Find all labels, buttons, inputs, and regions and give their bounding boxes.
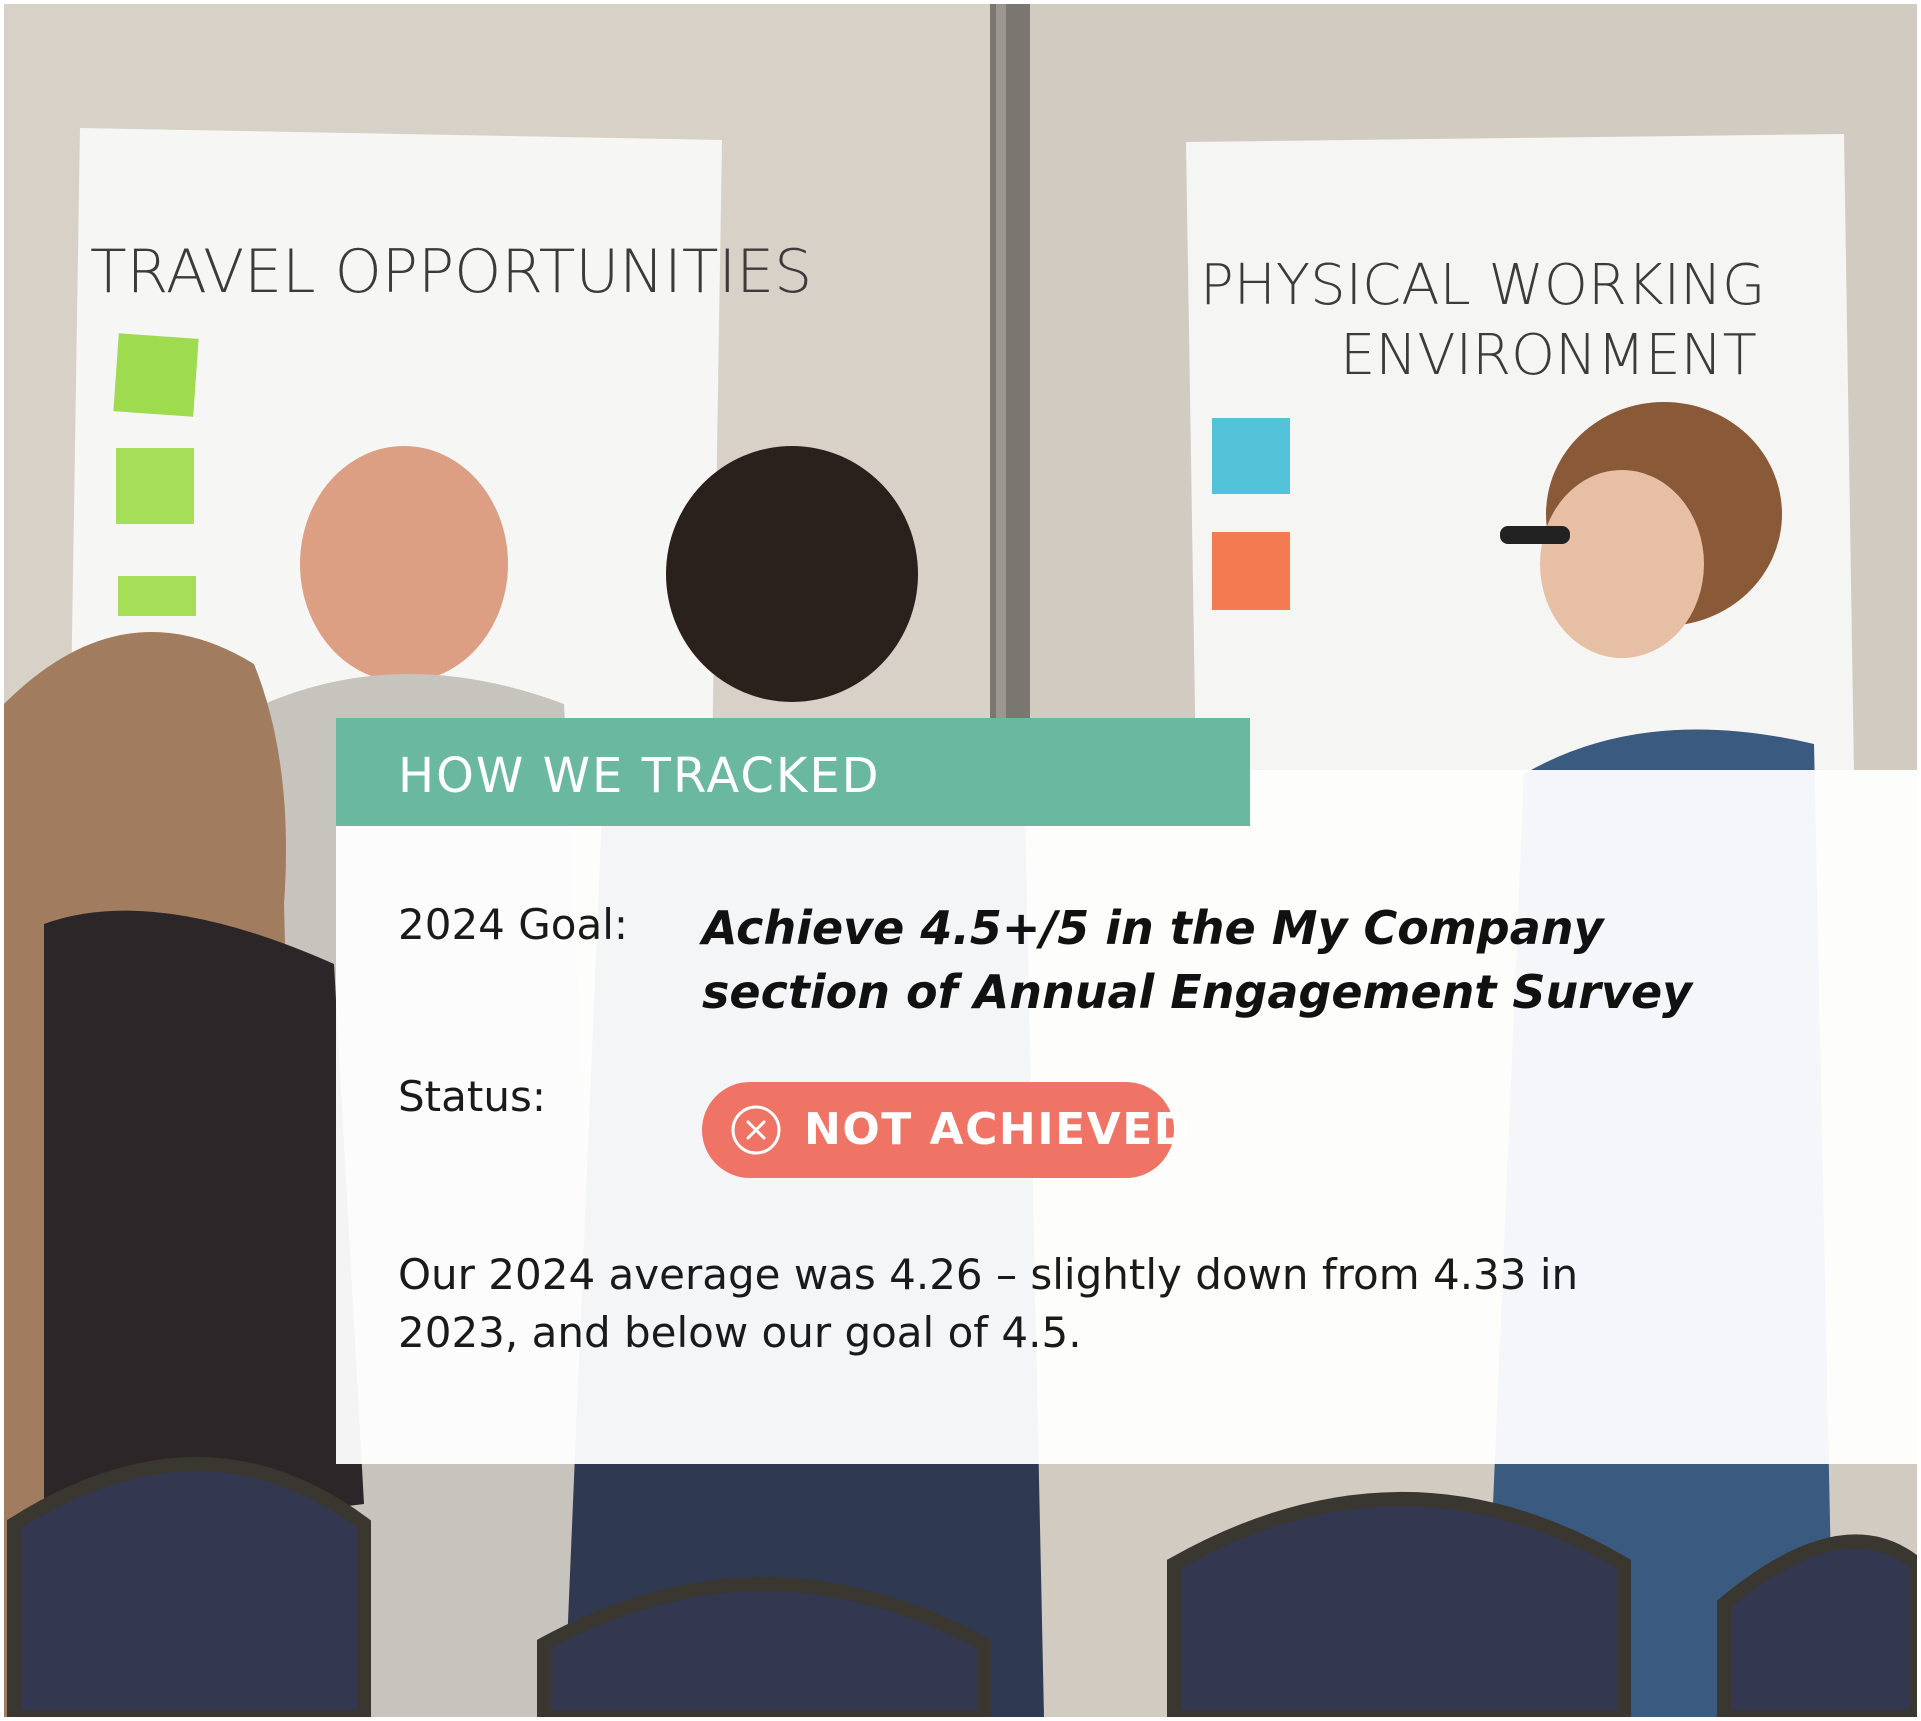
poster-right-heading-line1: PHYSICAL WORKING [1200, 253, 1765, 318]
sticky-note [1212, 418, 1290, 494]
sticky-note [1212, 532, 1290, 610]
goal-text: Achieve 4.5+/5 in the My Company section… [702, 901, 1693, 1019]
sticky-note [113, 333, 199, 417]
summary-text: Our 2024 average was 4.26 – slightly dow… [398, 1250, 1579, 1357]
status-value: NOT ACHIEVED [804, 1104, 1192, 1155]
poster-right-heading-line2: ENVIRONMENT [1340, 323, 1757, 388]
status-label: Status: [398, 1072, 546, 1121]
card-heading: HOW WE TRACKED [398, 748, 881, 804]
status-badge: NOT ACHIEVED [702, 1082, 1190, 1178]
poster-left-heading: TRAVEL OPPORTUNITIES [90, 237, 812, 307]
sticky-note [116, 448, 194, 524]
close-circle-icon [731, 1105, 781, 1155]
sticky-note [118, 576, 196, 616]
goal-label: 2024 Goal: [398, 900, 629, 949]
